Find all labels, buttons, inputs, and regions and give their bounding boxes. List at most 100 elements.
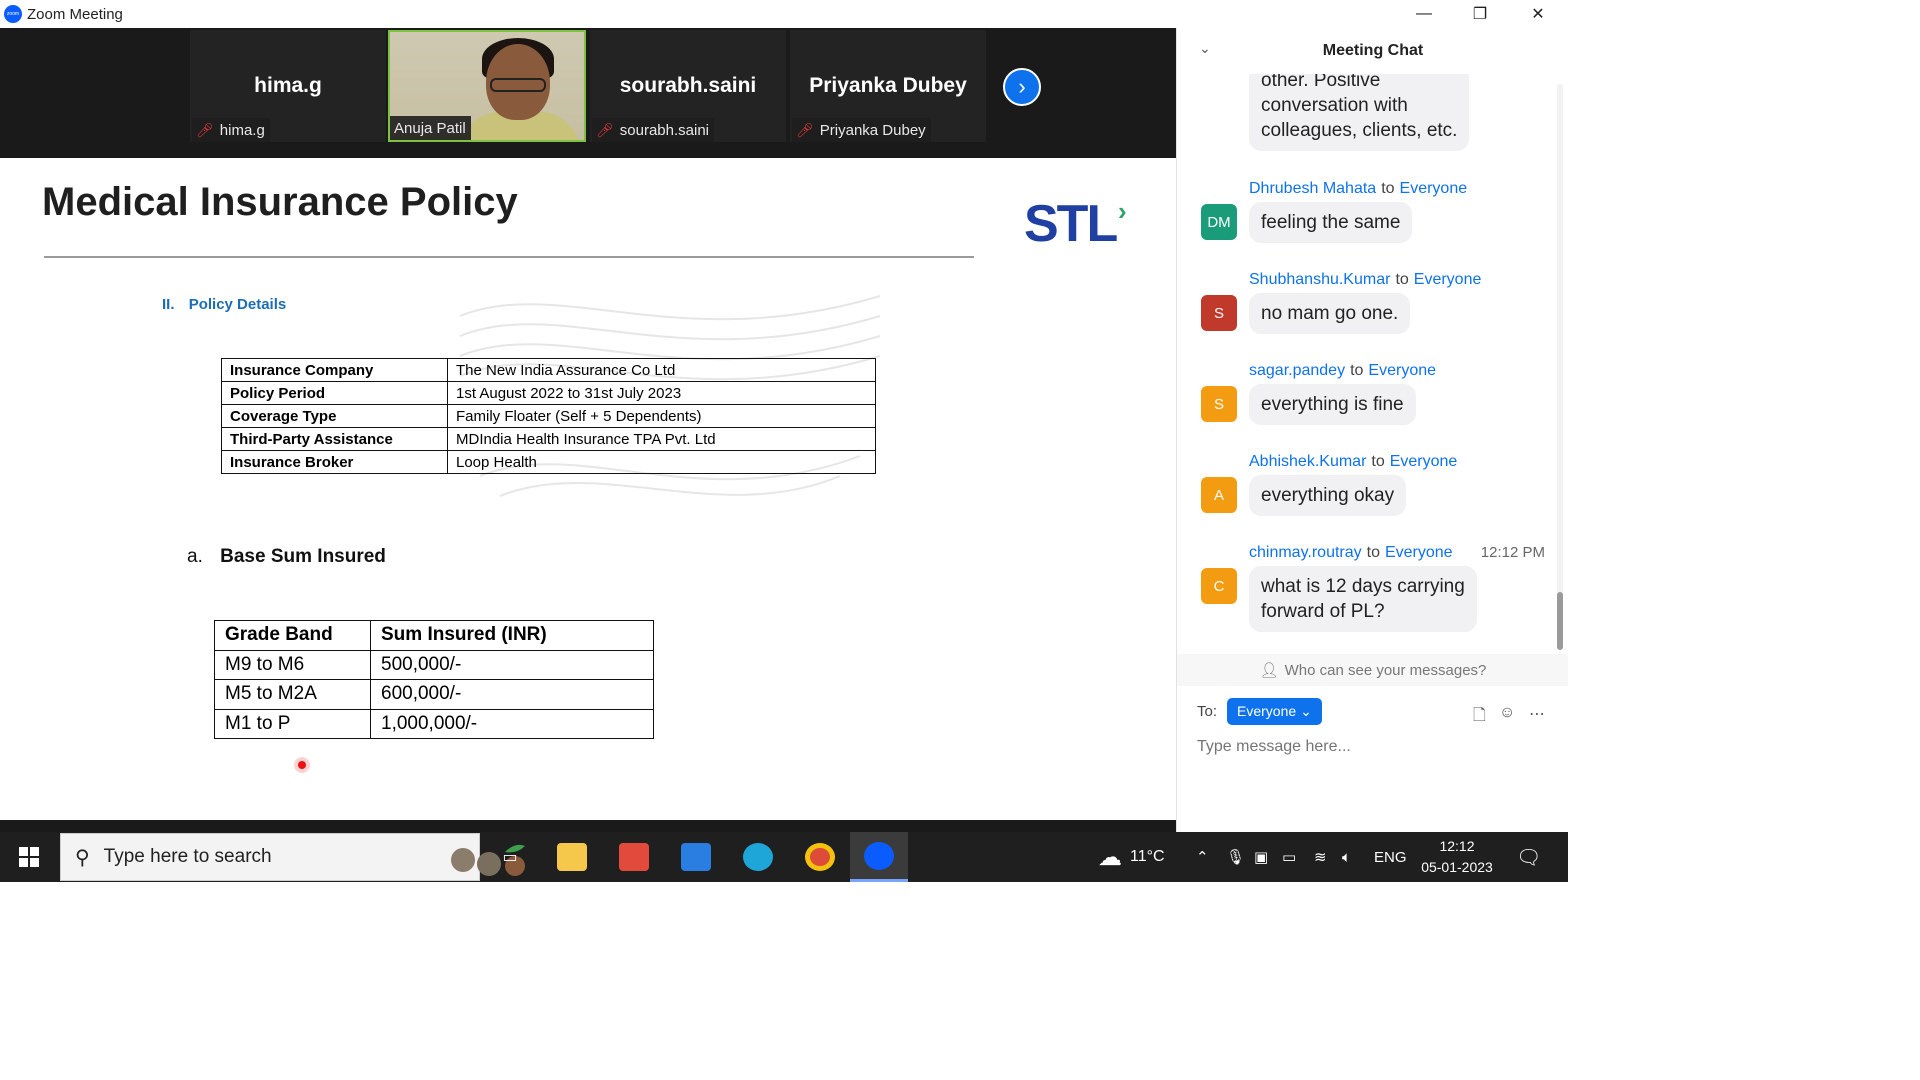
meet-now-icon[interactable]: ▣ (1254, 832, 1268, 882)
volume-icon[interactable]: 🔈︎ (1342, 832, 1351, 882)
avatar: A (1201, 477, 1237, 513)
title-divider (44, 256, 974, 258)
message-timestamp: 12:12 PM (1480, 544, 1545, 561)
task-view-icon[interactable]: ▭ (490, 832, 530, 882)
participant-name-tag: 🎤︎ hima.g (192, 118, 270, 142)
file-explorer-icon[interactable] (552, 832, 592, 882)
taskbar-clock[interactable]: 12:12 05-01-2023 (1412, 836, 1502, 878)
recipient-dropdown[interactable]: Everyone ⌄ (1227, 698, 1322, 725)
to-word: to (1395, 271, 1409, 288)
mail-icon[interactable] (676, 832, 716, 882)
table-row: M5 to M2A 600,000/- (214, 679, 654, 710)
restore-button[interactable]: ❐ (1452, 0, 1508, 28)
video-tile[interactable]: hima.g 🎤︎ hima.g (190, 30, 386, 142)
participant-name-tag: Anuja Patil (390, 116, 471, 140)
cloud-icon: ☁︎ (1098, 843, 1122, 871)
share-bottom-bar (0, 820, 1176, 832)
participant-label: sourabh.saini (619, 121, 710, 139)
avatar: C (1201, 568, 1237, 604)
sender-name[interactable]: sagar.pandey (1249, 362, 1345, 379)
column-header: Grade Band (214, 620, 371, 651)
clock-date: 05-01-2023 (1421, 859, 1493, 875)
start-button[interactable] (0, 832, 58, 882)
recipient-name[interactable]: Everyone (1400, 180, 1468, 197)
battery-icon[interactable]: ▭ (1282, 832, 1296, 882)
message-bubble: everything okay (1249, 475, 1407, 516)
next-participants-button[interactable]: › (1003, 68, 1041, 106)
participant-display-name: hima.g (254, 74, 322, 97)
recipient-name[interactable]: Everyone (1368, 362, 1436, 379)
chrome-icon[interactable] (800, 832, 840, 882)
to-word: to (1381, 180, 1395, 197)
section-heading: II. Policy Details (162, 296, 286, 313)
table-value: 1st August 2022 to 31st July 2023 (447, 381, 876, 405)
avatar: S (1201, 295, 1237, 331)
message-header: chinmay.routray to Everyone (1249, 544, 1453, 562)
who-can-see-messages-link[interactable]: 👤︎ Who can see your messages? (1177, 654, 1568, 686)
minimize-button[interactable]: — (1396, 0, 1452, 28)
chat-title: Meeting Chat (1322, 42, 1424, 59)
more-icon[interactable]: ⋯ (1529, 704, 1545, 724)
sender-name[interactable]: Shubhanshu.Kumar (1249, 271, 1390, 288)
to-word: to (1350, 362, 1364, 379)
sender-name[interactable]: chinmay.routray (1249, 544, 1362, 561)
message-line: conversation with (1261, 95, 1408, 116)
notification-center-icon[interactable]: 🗨︎ (1516, 832, 1541, 882)
weather-widget[interactable]: ☁︎ 11°C (1098, 832, 1165, 882)
message-line: forward of PL? (1261, 601, 1385, 622)
recipient-name[interactable]: Everyone (1390, 453, 1458, 470)
file-icon[interactable]: 🗋︎ (1473, 704, 1486, 731)
table-cell: 500,000/- (370, 649, 654, 680)
sender-name[interactable]: Abhishek.Kumar (1249, 453, 1366, 470)
table-cell: 600,000/- (370, 679, 654, 710)
taskbar-search-box[interactable]: ⚲ Type here to search (60, 833, 525, 881)
microphone-icon[interactable]: 🎙︎ (1226, 832, 1245, 882)
message-bubble: other. Positive conversation with collea… (1249, 74, 1470, 151)
edge-icon[interactable] (738, 832, 778, 882)
participant-display-name: sourabh.saini (619, 74, 757, 97)
participant-name-tag: 🎤︎ Priyanka Dubey (792, 118, 931, 142)
video-tile-active-speaker[interactable]: Anuja Patil (388, 30, 586, 142)
video-tile[interactable]: Priyanka Dubey 🎤︎ Priyanka Dubey (790, 30, 986, 142)
mic-muted-icon: 🎤︎ (596, 121, 614, 138)
recipient-name[interactable]: Everyone (1414, 271, 1482, 288)
emoji-icon[interactable]: ☺︎ (1499, 704, 1515, 722)
language-indicator[interactable]: ENG (1374, 832, 1407, 882)
table-row: M9 to M6 500,000/- (214, 649, 654, 680)
table-row: Third-Party Assistance MDIndia Health Ins… (221, 427, 876, 451)
microsoft-store-icon[interactable] (614, 832, 654, 882)
chat-scrollbar[interactable] (1557, 84, 1563, 644)
video-tile[interactable]: sourabh.saini 🎤︎ sourabh.saini (590, 30, 786, 142)
close-button[interactable]: ✕ (1510, 0, 1566, 28)
table-key: Insurance Broker (221, 450, 448, 474)
participant-label: hima.g (219, 121, 265, 139)
message-header: Dhrubesh Mahata to Everyone (1249, 180, 1467, 198)
table-value: The New India Assurance Co Ltd (447, 358, 876, 382)
search-icon: ⚲ (75, 846, 90, 869)
table-cell: M1 to P (214, 708, 371, 739)
window-title: Zoom Meeting (27, 5, 123, 23)
chat-message-list[interactable]: other. Positive conversation with collea… (1177, 74, 1557, 654)
message-header: sagar.pandey to Everyone (1249, 362, 1436, 380)
table-row: Insurance Broker Loop Health (221, 450, 876, 474)
show-hidden-icons-button[interactable]: ⌃ (1196, 832, 1209, 882)
sum-insured-table: Grade Band Sum Insured (INR) M9 to M6 500… (214, 620, 654, 739)
recipient-name[interactable]: Everyone (1385, 544, 1453, 561)
sender-name[interactable]: Dhrubesh Mahata (1249, 180, 1376, 197)
to-word: to (1371, 453, 1385, 470)
message-header: Abhishek.Kumar to Everyone (1249, 453, 1457, 471)
mic-muted-icon: 🎤︎ (796, 121, 814, 138)
wifi-icon[interactable]: ≋ (1314, 832, 1327, 882)
table-cell: M5 to M2A (214, 679, 371, 710)
message-line: other. Positive (1261, 74, 1381, 91)
chat-scrollbar-thumb[interactable] (1557, 592, 1563, 650)
zoom-taskbar-icon[interactable] (850, 832, 908, 882)
weather-temperature: 11°C (1130, 848, 1165, 865)
table-cell: 1,000,000/- (370, 708, 654, 739)
chat-message-input[interactable] (1197, 738, 1547, 756)
table-value: Loop Health (447, 450, 876, 474)
who-can-see-label: Who can see your messages? (1284, 661, 1487, 679)
to-label: To: (1197, 703, 1218, 720)
column-header: Sum Insured (INR) (370, 620, 654, 651)
message-bubble: what is 12 days carrying forward of PL? (1249, 566, 1477, 632)
